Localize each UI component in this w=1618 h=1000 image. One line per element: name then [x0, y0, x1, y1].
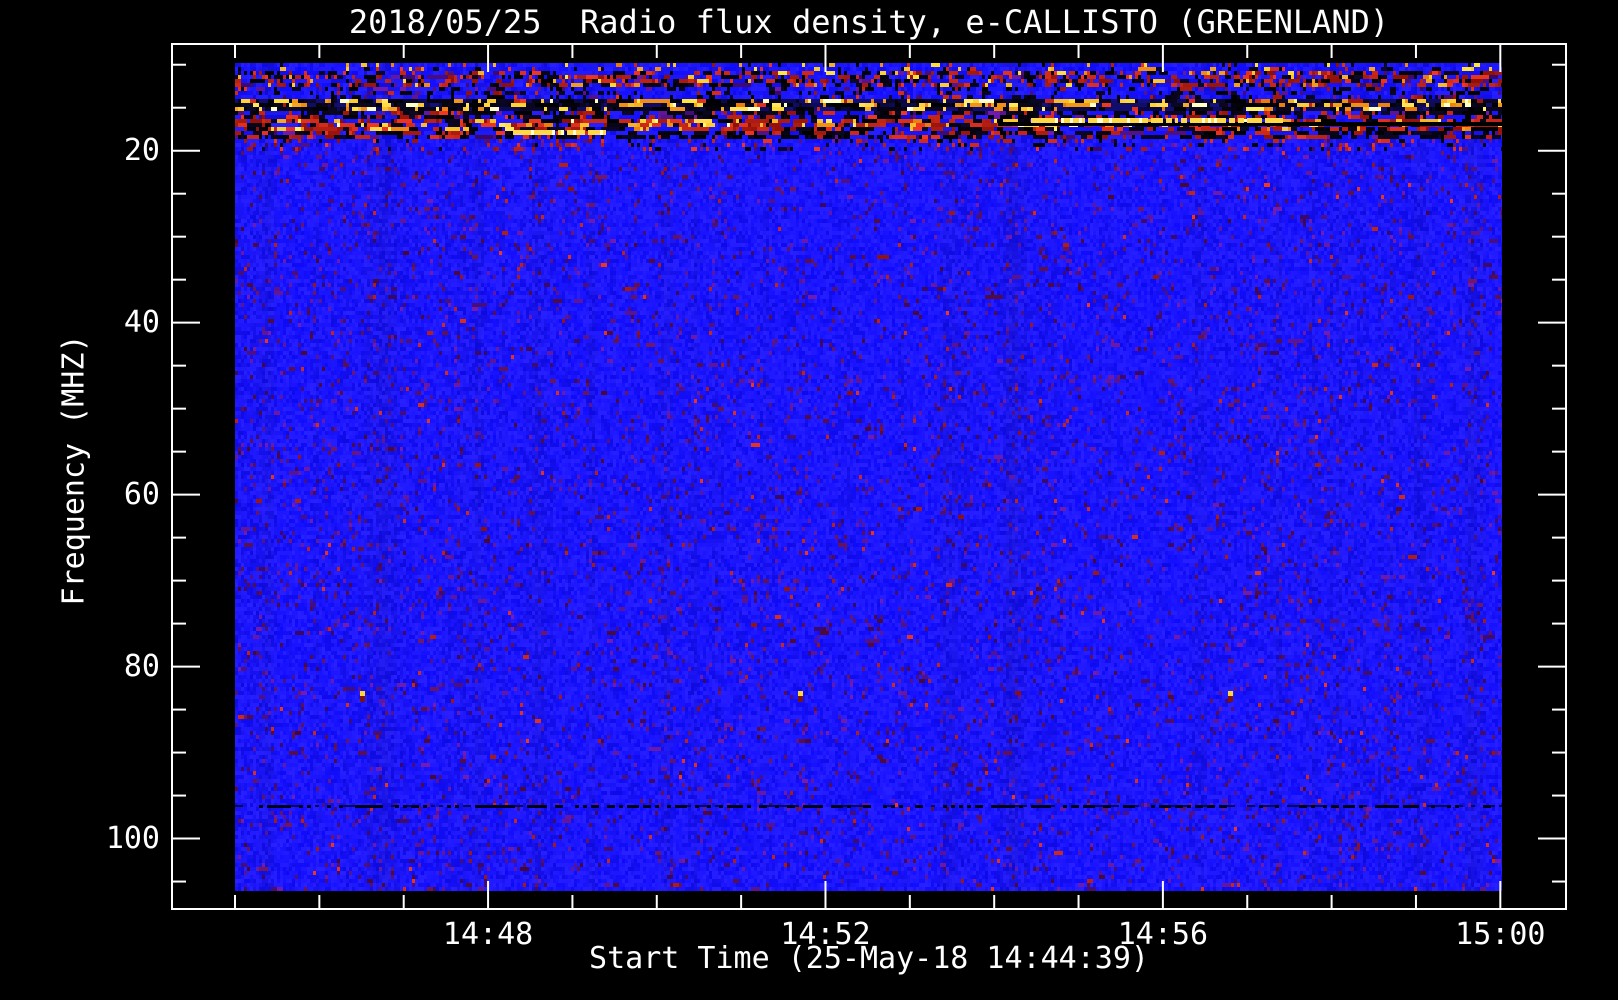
y-tick-label: 20	[123, 132, 160, 168]
x-tick-label: 14:52	[780, 917, 871, 952]
y-tick-label: 80	[123, 648, 160, 684]
spectrogram-page: 2018/05/25 Radio flux density, e-CALLIST…	[0, 0, 1618, 1000]
x-tick-label: 14:48	[442, 917, 534, 952]
y-tick-label: 40	[123, 304, 160, 340]
x-tick-label: 15:00	[1455, 917, 1546, 952]
y-tick-label: 60	[123, 476, 160, 512]
chart-title: 2018/05/25 Radio flux density, e-CALLIST…	[348, 3, 1390, 41]
y-axis-title: Frequency (MHZ)	[56, 334, 92, 606]
y-tick-label: 100	[105, 820, 160, 856]
spectrogram-canvas	[235, 63, 1502, 891]
x-tick-label: 14:56	[1117, 917, 1209, 952]
